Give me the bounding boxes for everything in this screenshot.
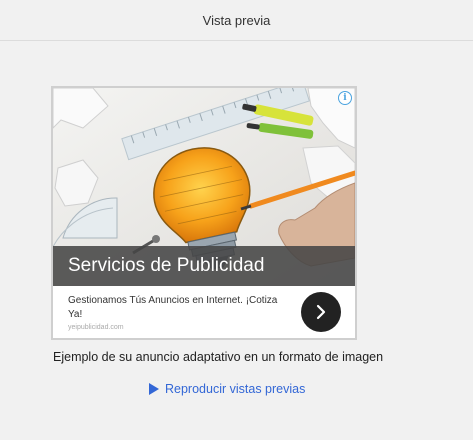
ad-cta-button[interactable]: [301, 292, 341, 332]
chevron-right-icon: [316, 304, 326, 320]
ad-preview[interactable]: i Servicios de Publicidad Gestionamos Tú…: [51, 86, 357, 340]
ad-info-icon[interactable]: i: [338, 91, 352, 105]
replay-previews-label: Reproducir vistas previas: [165, 382, 306, 396]
ad-body[interactable]: Gestionamos Tús Anuncios en Internet. ¡C…: [53, 286, 355, 338]
preview-caption: Ejemplo de su anuncio adaptativo en un f…: [53, 350, 384, 364]
preview-header: Vista previa: [0, 0, 473, 41]
preview-title: Vista previa: [202, 12, 271, 28]
ad-title[interactable]: Servicios de Publicidad: [53, 246, 355, 286]
replay-previews-link[interactable]: Reproducir vistas previas: [149, 382, 305, 396]
ad-image[interactable]: i Servicios de Publicidad: [53, 88, 355, 286]
ad-description: Gestionamos Tús Anuncios en Internet. ¡C…: [68, 295, 278, 320]
ad-url: yeipublicidad.com: [68, 324, 124, 331]
play-icon: [149, 383, 159, 395]
